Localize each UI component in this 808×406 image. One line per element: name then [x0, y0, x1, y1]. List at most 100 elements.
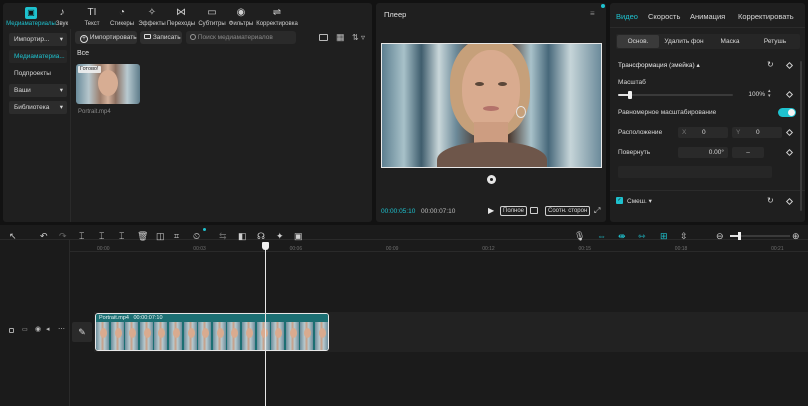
sidebar-item-media[interactable]: Медиаматериа... — [9, 50, 67, 63]
stepper-icon[interactable]: ▴ ▾ — [768, 89, 771, 99]
play-icon[interactable]: ▶ — [488, 206, 494, 215]
filter-all-label[interactable]: Все — [77, 50, 89, 57]
uniform-scale-toggle[interactable] — [778, 108, 796, 117]
reset-icon[interactable]: ↻ — [767, 60, 774, 69]
subtab-remove-bg[interactable]: Удалить фон — [662, 35, 706, 48]
subtab-mask[interactable]: Маска — [710, 35, 750, 48]
snapshot-icon[interactable] — [530, 207, 538, 214]
clip-frame-face — [289, 328, 297, 338]
toolbar-item-adjust[interactable]: ⇌ Корректировка — [254, 7, 300, 27]
magic-icon[interactable]: ✦ — [276, 231, 284, 241]
redo-icon[interactable]: ↷ — [59, 231, 67, 241]
keyframe-icon[interactable] — [785, 90, 794, 99]
sidebar-item-subprojects[interactable]: Подпроекты — [9, 67, 67, 80]
scale-slider[interactable] — [618, 90, 733, 100]
sort-icon[interactable]: ⇅ — [352, 33, 359, 42]
toolbar-item-label: Переходы — [166, 21, 196, 27]
toolbar-item-text[interactable]: TI Текст — [77, 7, 107, 27]
delete-icon[interactable]: 🗑︎ — [137, 231, 148, 241]
blend-label[interactable]: Смеш. ▾ — [627, 197, 652, 205]
rotate-minus-button[interactable]: – — [732, 147, 764, 158]
toolbar-item-sticker[interactable]: ◔ Стикеры — [107, 7, 137, 27]
reverse-icon[interactable]: ⇆ — [219, 231, 227, 241]
menu-icon[interactable]: ≡ — [590, 9, 595, 18]
record-button[interactable]: Записать — [140, 31, 182, 44]
toolbar-item-filters[interactable]: ◉ Фильтры — [226, 7, 256, 27]
track-lock-icon[interactable] — [9, 328, 14, 333]
rotate-handle-icon[interactable] — [487, 175, 496, 184]
track-visibility-icon[interactable]: ◉ — [35, 325, 41, 333]
rotate-value-field[interactable]: 0.00° — [678, 147, 728, 158]
keyframe-icon[interactable] — [785, 128, 794, 137]
folder-icon[interactable] — [319, 34, 328, 41]
scale-slider-thumb[interactable] — [627, 91, 632, 99]
snap-icon[interactable]: ⇿ — [638, 231, 646, 241]
sidebar-item-yours[interactable]: Ваши ▾ — [9, 84, 67, 97]
crop-icon[interactable]: ⌗ — [174, 231, 179, 241]
subtab-retouch[interactable]: Ретушь — [754, 35, 796, 48]
quality-selector[interactable]: Полное — [500, 206, 528, 216]
voice-icon[interactable]: ☊ — [257, 231, 265, 241]
edit-cover-icon[interactable]: ✎ — [72, 322, 92, 342]
select-tool-icon[interactable]: ↖ — [9, 231, 17, 241]
link-clip-icon[interactable]: ⇼ — [618, 231, 626, 241]
media-clip-thumbnail[interactable]: Готово! — [76, 64, 140, 104]
track-cover-icon[interactable]: ▭ — [22, 326, 28, 333]
toggle-knob — [788, 109, 795, 116]
timeline-clip[interactable]: Portrait.mp4 00:00:07:10 — [95, 313, 329, 351]
split-right-icon[interactable]: ⌶ — [119, 231, 124, 241]
keyframe-icon[interactable] — [785, 148, 794, 157]
mirror-icon[interactable]: ◧ — [238, 231, 247, 241]
keyframe-icon[interactable] — [785, 197, 794, 206]
split-left-icon[interactable]: ⌶ — [99, 231, 104, 241]
grid-view-icon[interactable]: ▦ — [336, 33, 345, 42]
filter-icon[interactable]: ▿ — [361, 33, 365, 42]
link-main-track-icon[interactable]: ⇔ — [597, 231, 606, 241]
preview-axis-icon[interactable]: ⊞ — [660, 231, 668, 241]
subtitles-icon: ▭ — [207, 7, 217, 18]
aspect-ratio-button[interactable]: Соотн. сторон — [545, 206, 591, 216]
undo-icon[interactable]: ↶ — [40, 231, 48, 241]
toolbar-item-transitions[interactable]: ⋈ Переходы — [166, 7, 196, 27]
zoom-slider-thumb[interactable] — [738, 232, 741, 240]
properties-scrollbar[interactable] — [800, 61, 802, 211]
tab-adjust[interactable]: Корректировать — [738, 12, 794, 21]
zoom-in-icon[interactable]: ⊕ — [792, 231, 800, 241]
sidebar-item-library[interactable]: Библиотека ▾ — [9, 101, 67, 114]
sidebar-item-import[interactable]: Импортир... ▾ — [9, 33, 67, 46]
microphone-icon[interactable]: 🎙︎ — [574, 231, 585, 241]
reset-icon[interactable]: ↻ — [767, 196, 774, 205]
zoom-slider[interactable] — [730, 232, 790, 240]
current-time: 00:00:05:10 — [381, 208, 416, 215]
blend-checkbox[interactable]: ✓ — [616, 197, 623, 204]
position-y-field[interactable]: Y 0 — [732, 127, 782, 138]
scale-value-field[interactable]: 100% — [738, 89, 768, 100]
track-audio-icon[interactable]: ◂ — [46, 325, 50, 333]
playhead-handle[interactable] — [262, 242, 269, 250]
position-x-field[interactable]: X 0 — [678, 127, 728, 138]
search-input[interactable]: Поиск медиаматериалов — [186, 31, 296, 44]
playhead[interactable] — [265, 242, 266, 406]
video-preview[interactable] — [381, 43, 602, 168]
import-button[interactable]: + Импортировать — [75, 31, 137, 44]
preview-shoulders — [437, 142, 547, 167]
clip-frame-face — [158, 328, 166, 338]
zoom-out-icon[interactable]: ⊖ — [716, 231, 724, 241]
subtitle-icon[interactable]: ▣ — [294, 231, 303, 241]
toolbar-item-audio[interactable]: ♪ Звук — [47, 7, 77, 27]
freeze-frame-icon[interactable]: ◫ — [156, 231, 165, 241]
split-screen-icon[interactable]: ⇳ — [680, 231, 688, 241]
speed-icon[interactable]: ⏲ — [193, 231, 200, 241]
tab-video[interactable]: Видео — [616, 12, 638, 21]
tab-speed[interactable]: Скорость — [648, 12, 680, 21]
transform-label[interactable]: Трансформация (змейка) ▴ — [618, 61, 700, 69]
track-more-icon[interactable]: ⋯ — [58, 325, 65, 333]
player-title: Плеер — [384, 10, 407, 19]
toolbar-item-subtitles[interactable]: ▭ Субтитры — [197, 7, 227, 27]
keyframe-icon[interactable] — [785, 61, 794, 70]
split-icon[interactable]: ⌶ — [79, 231, 84, 241]
tab-animation[interactable]: Анимация — [690, 12, 725, 21]
subtab-basic[interactable]: Основ. — [617, 35, 659, 48]
fullscreen-icon[interactable]: ⤢ — [594, 206, 600, 216]
toolbar-item-effects[interactable]: ✧ Эффекты — [137, 7, 167, 27]
